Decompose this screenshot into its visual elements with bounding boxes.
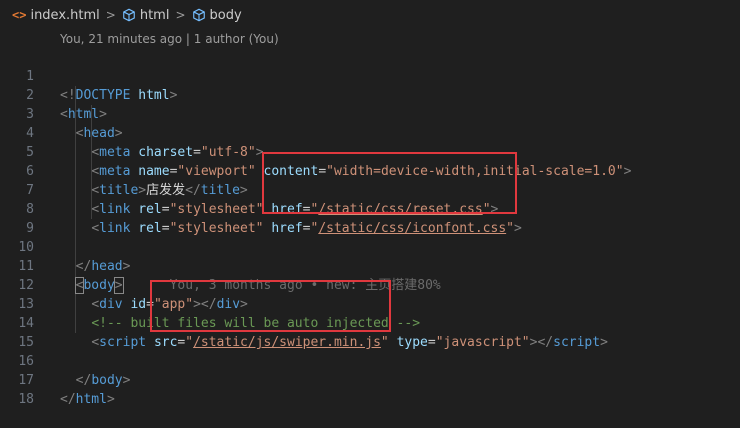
code-line[interactable]: 6 <title>店发发</title>	[0, 143, 740, 198]
code-line[interactable]: 13 <!-- built files will be auto injecte…	[0, 276, 740, 331]
code-line[interactable]: 2 <html>	[0, 67, 740, 122]
cube-icon	[123, 8, 135, 22]
chevron-right-icon: >	[105, 8, 116, 22]
code-line[interactable]: 16 </body>	[0, 333, 740, 388]
code-token: html	[75, 392, 107, 407]
code-editor[interactable]: 1 <!DOCTYPE html> 2 <html> 3 <head> 4 <m…	[0, 48, 740, 407]
breadcrumb-html[interactable]: html	[122, 7, 170, 23]
code-line[interactable]: 5 <meta name="viewport" content="width=d…	[0, 124, 740, 179]
code-line[interactable]: 1 <!DOCTYPE html>	[0, 48, 740, 103]
code-line[interactable]: 17 </html>	[0, 352, 740, 407]
code-line[interactable]: 7 <link rel="stylesheet" href="/static/c…	[0, 162, 740, 217]
code-line[interactable]: 14 <script src="/static/js/swiper.min.js…	[0, 295, 740, 350]
chevron-right-icon: >	[175, 8, 186, 22]
code-line[interactable]: 9	[0, 200, 740, 236]
code-line[interactable]: 10 </head>	[0, 219, 740, 274]
breadcrumb-file[interactable]: <> index.html	[12, 8, 100, 23]
cube-icon	[192, 8, 205, 22]
html-file-icon: <>	[12, 8, 27, 22]
code-line[interactable]: 3 <head>	[0, 86, 740, 141]
breadcrumb-body[interactable]: body	[192, 8, 242, 23]
blame-header[interactable]: You, 21 minutes ago | 1 author (You)	[60, 32, 279, 48]
code-line[interactable]: 15	[0, 314, 740, 350]
code-line[interactable]: 18	[0, 371, 740, 407]
breadcrumb-body-label: body	[209, 7, 242, 23]
code-line[interactable]: 4 <meta charset="utf-8">	[0, 105, 740, 160]
code-line[interactable]: 12 <div id="app"></div>	[0, 257, 740, 312]
breadcrumb-html-label: html	[139, 7, 170, 23]
line-number: 18	[18, 392, 34, 407]
breadcrumb-file-label: index.html	[30, 7, 100, 23]
code-line[interactable]: 8 <link rel="stylesheet" href="/static/c…	[0, 181, 740, 236]
code-line[interactable]: 11 <body> You, 3 months ago • new: 主页搭建8…	[0, 238, 740, 294]
breadcrumb: <> index.html > html > body	[0, 0, 740, 30]
